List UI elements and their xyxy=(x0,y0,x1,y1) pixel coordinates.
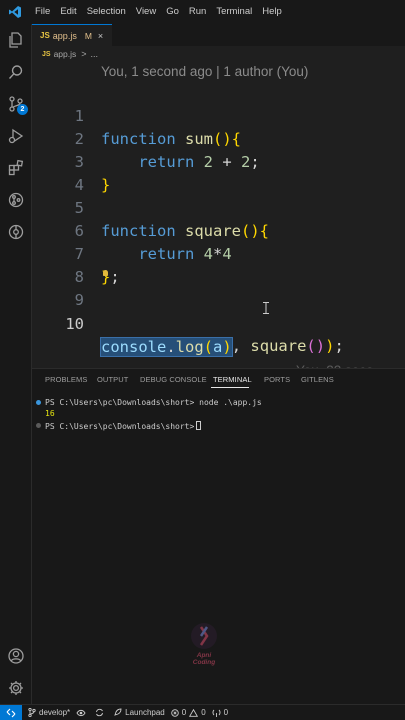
menu-view[interactable]: View xyxy=(131,0,161,24)
menu-file[interactable]: File xyxy=(30,0,55,24)
chevron-right-icon: > xyxy=(81,49,87,59)
code-line-7: 7 }; xyxy=(32,220,405,286)
code-line-3: 3 } xyxy=(32,128,405,194)
account-icon[interactable] xyxy=(0,641,32,671)
activity-bar: 2 xyxy=(0,24,32,704)
menu-run[interactable]: Run xyxy=(184,0,211,24)
sync-button[interactable] xyxy=(95,708,107,717)
tab-bar: JS app.js M × xyxy=(32,24,405,46)
rocket-icon xyxy=(114,708,122,716)
breadcrumb-symbols[interactable]: ... xyxy=(91,49,99,59)
run-debug-icon[interactable] xyxy=(0,121,32,151)
menu-bar: File Edit Selection View Go Run Terminal… xyxy=(0,0,405,24)
code-line-1: 1 function sum(){ xyxy=(32,82,405,148)
watermark-icon xyxy=(191,623,217,649)
ports-count: 0 xyxy=(223,708,229,717)
tab-problems[interactable]: PROBLEMS xyxy=(45,375,87,384)
code-line-8: 8 xyxy=(32,243,405,286)
mouse-cursor-icon xyxy=(263,302,269,314)
breadcrumb-file[interactable]: app.js xyxy=(54,49,77,59)
tab-terminal[interactable]: TERMINAL xyxy=(213,375,252,384)
tab-output[interactable]: OUTPUT xyxy=(97,375,128,384)
sync-icon xyxy=(96,708,104,717)
code-line-4: 4 xyxy=(32,151,405,194)
watermark-line-2: Coding xyxy=(192,659,216,666)
terminal-prompt-line: PS C:\Users\pc\Downloads\short> node .\a… xyxy=(45,398,262,407)
code-line-9: 9 let a = (sum(), square()); xyxy=(32,266,405,355)
launchpad-status[interactable]: Launchpad xyxy=(113,708,165,717)
tab-ports[interactable]: PORTS xyxy=(264,375,290,384)
line-number: 10 xyxy=(65,315,84,333)
launchpad-label: Launchpad xyxy=(125,708,165,717)
broadcast-icon xyxy=(212,709,221,717)
menu-go[interactable]: Go xyxy=(161,0,184,24)
lightbulb-icon[interactable] xyxy=(103,270,108,276)
blame-header[interactable]: You, 1 second ago | 1 author (You) xyxy=(101,64,308,79)
watermark-line-1: Apni xyxy=(196,652,212,659)
warning-icon xyxy=(189,708,199,717)
javascript-file-icon: JS xyxy=(40,31,50,40)
branch-name: develop* xyxy=(39,708,71,717)
terminal-current-prompt[interactable]: PS C:\Users\pc\Downloads\short> xyxy=(45,421,202,431)
code-line-6: 6 return 4*4 xyxy=(32,197,405,263)
branch-status[interactable]: develop* xyxy=(28,708,70,717)
warning-count: 0 xyxy=(201,708,206,717)
gitlens-icon[interactable] xyxy=(0,185,32,215)
code-text: console.log(a) xyxy=(100,337,233,357)
tab-gitlens[interactable]: GITLENS xyxy=(301,375,334,384)
modified-indicator: M xyxy=(84,30,92,41)
ports-status[interactable]: 0 xyxy=(212,708,228,717)
settings-gear-icon[interactable] xyxy=(0,673,32,703)
explorer-icon[interactable] xyxy=(0,25,32,55)
scm-badge: 2 xyxy=(17,104,28,115)
git-history-icon[interactable] xyxy=(0,217,32,247)
sync-status[interactable] xyxy=(76,709,89,717)
menu-terminal[interactable]: Terminal xyxy=(211,0,257,24)
source-control-icon[interactable]: 2 xyxy=(0,89,32,119)
code-editor[interactable]: You, 1 second ago | 1 author (You) 1 fun… xyxy=(32,62,405,368)
code-line-2: 2 return 2 + 2; xyxy=(32,105,405,171)
eye-icon xyxy=(76,709,86,716)
code-line-5: 5 function square(){ xyxy=(32,174,405,240)
watermark-logo: Apni Coding xyxy=(182,622,226,670)
tab-debug-console[interactable]: DEBUG CONSOLE xyxy=(140,375,207,384)
menu-edit[interactable]: Edit xyxy=(55,0,81,24)
terminal-prompt-text: PS C:\Users\pc\Downloads\short> xyxy=(45,422,195,431)
problems-status[interactable]: 0 0 xyxy=(170,708,206,717)
menu-selection[interactable]: Selection xyxy=(82,0,131,24)
terminal-cursor xyxy=(196,421,202,430)
panel-tabs: PROBLEMS OUTPUT DEBUG CONSOLE TERMINAL P… xyxy=(32,369,405,391)
watermark-text: Apni Coding xyxy=(182,652,226,666)
tab-app-js[interactable]: JS app.js M × xyxy=(32,24,112,46)
inline-blame: You, 22 seco xyxy=(296,359,374,368)
command-success-dot-icon xyxy=(36,400,41,405)
vscode-logo-icon xyxy=(0,0,30,24)
active-tab-indicator xyxy=(211,387,249,388)
git-branch-icon xyxy=(28,708,36,717)
code-line-10: 10 console.log(a) You, 22 seco xyxy=(32,290,405,368)
terminal-output: 16 xyxy=(45,409,55,418)
extensions-icon[interactable] xyxy=(0,153,32,183)
status-bar: develop* Launchpad 0 0 0 xyxy=(0,704,405,720)
tab-label: app.js xyxy=(52,30,77,41)
error-icon xyxy=(170,708,179,717)
close-icon[interactable]: × xyxy=(98,31,103,41)
javascript-file-icon: JS xyxy=(42,50,51,58)
command-idle-dot-icon xyxy=(36,423,41,428)
error-count: 0 xyxy=(181,708,187,717)
remote-icon[interactable] xyxy=(0,704,22,720)
search-icon[interactable] xyxy=(0,57,32,87)
breadcrumb: JS app.js > ... xyxy=(32,46,405,62)
menu-help[interactable]: Help xyxy=(257,0,287,24)
